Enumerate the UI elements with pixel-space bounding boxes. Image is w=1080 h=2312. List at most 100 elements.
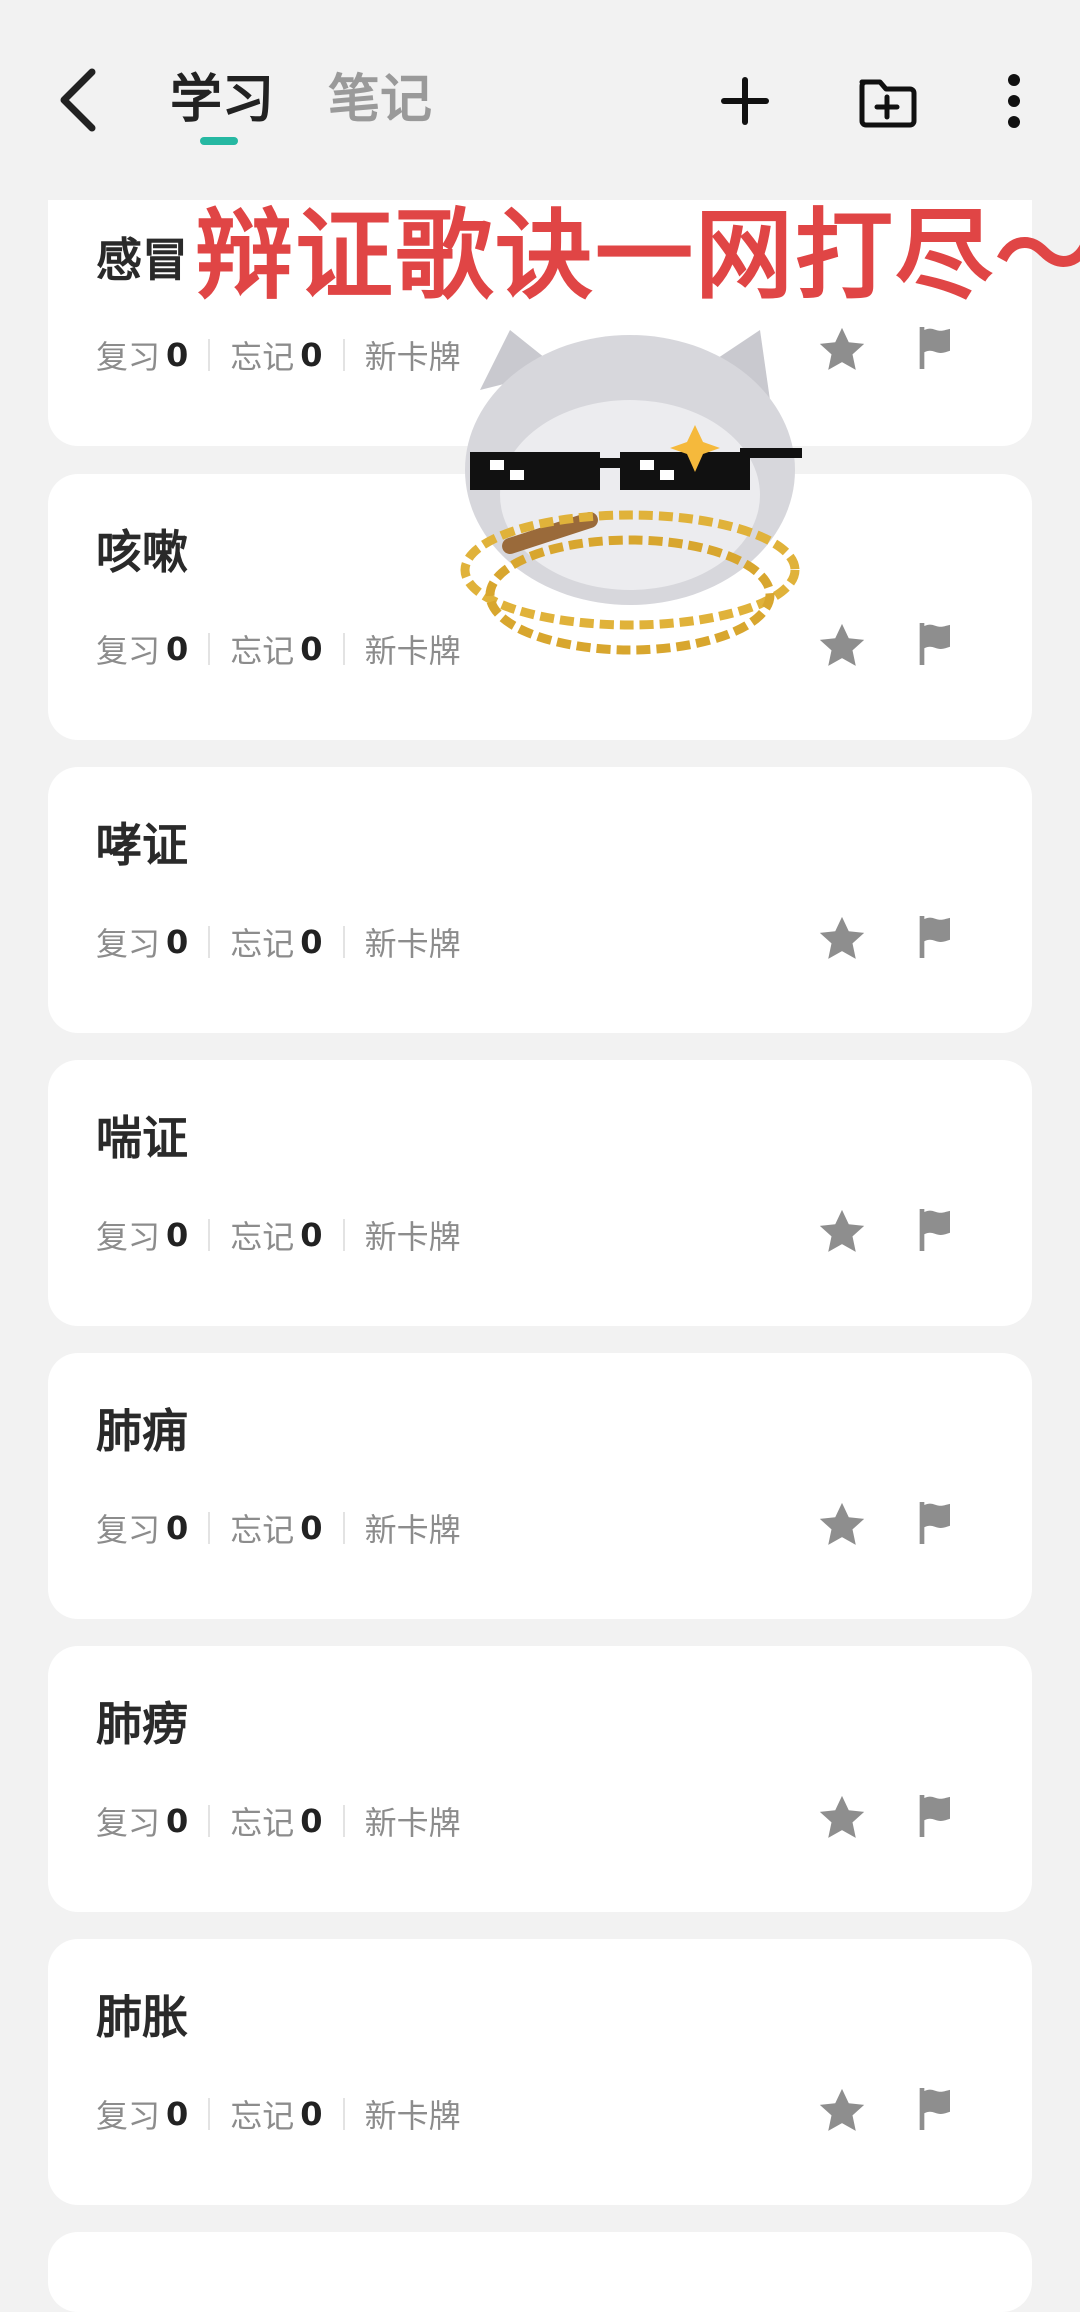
forget-label: 忘记 — [230, 925, 295, 963]
flag-button[interactable] — [908, 320, 964, 376]
card-title: 咳嗽 — [96, 525, 188, 579]
forget-count: 0 — [300, 1216, 323, 1254]
top-bar: 学习 笔记 — [0, 0, 1080, 200]
add-button[interactable] — [710, 66, 780, 136]
card-meta: 复习 0 忘记 0 新卡牌 — [96, 624, 461, 674]
promo-banner-text: 辩证歌诀一网打尽～ — [195, 199, 1080, 313]
star-button[interactable] — [814, 911, 870, 967]
review-count: 0 — [166, 1216, 189, 1254]
divider — [208, 339, 211, 371]
divider — [208, 926, 211, 958]
star-icon — [819, 1209, 865, 1252]
flag-button[interactable] — [908, 616, 964, 672]
folder-add-icon — [859, 79, 917, 128]
flag-icon — [919, 623, 950, 665]
forget-label: 忘记 — [230, 632, 295, 670]
flag-button[interactable] — [908, 1495, 964, 1551]
star-icon — [819, 1795, 865, 1838]
forget-label: 忘记 — [230, 1511, 295, 1549]
card-title: 肺痈 — [96, 1404, 188, 1458]
tab-notes[interactable]: 笔记 — [328, 68, 432, 132]
flag-icon — [919, 1795, 950, 1837]
card-meta: 复习 0 忘记 0 新卡牌 — [96, 1796, 461, 1846]
review-label: 复习 — [96, 632, 161, 670]
card-title: 喘证 — [96, 1111, 188, 1165]
flag-button[interactable] — [908, 909, 964, 965]
star-icon — [819, 916, 865, 959]
flag-button[interactable] — [908, 2081, 964, 2137]
star-button[interactable] — [814, 2083, 870, 2139]
cat-sticker — [440, 330, 820, 670]
forget-label: 忘记 — [230, 338, 295, 376]
star-button[interactable] — [814, 618, 870, 674]
forget-label: 忘记 — [230, 1218, 295, 1256]
star-button[interactable] — [814, 1790, 870, 1846]
card-title: 感冒 — [96, 233, 188, 287]
divider — [342, 2098, 345, 2130]
forget-label: 忘记 — [230, 1804, 295, 1842]
divider — [208, 1219, 211, 1251]
flag-icon — [919, 2088, 950, 2130]
review-count: 0 — [166, 923, 189, 961]
more-button[interactable] — [982, 66, 1052, 136]
review-count: 0 — [166, 1509, 189, 1547]
back-button[interactable] — [52, 64, 112, 136]
review-label: 复习 — [96, 1218, 161, 1256]
forget-count: 0 — [300, 630, 323, 668]
card-meta: 复习 0 忘记 0 新卡牌 — [96, 917, 461, 967]
flag-icon — [919, 327, 950, 369]
add-folder-button[interactable] — [852, 66, 922, 136]
review-label: 复习 — [96, 1804, 161, 1842]
divider — [342, 1512, 345, 1544]
review-count: 0 — [166, 336, 189, 374]
divider — [342, 1805, 345, 1837]
deck-card[interactable]: 肺痨 复习 0 忘记 0 新卡牌 — [48, 1646, 1032, 1912]
review-count: 0 — [166, 2095, 189, 2133]
card-title: 肺胀 — [96, 1990, 188, 2044]
card-status: 新卡牌 — [364, 1218, 461, 1256]
flag-button[interactable] — [908, 1788, 964, 1844]
deck-card[interactable]: 喘证 复习 0 忘记 0 新卡牌 — [48, 1060, 1032, 1326]
deck-card[interactable]: 肺胀 复习 0 忘记 0 新卡牌 — [48, 1939, 1032, 2205]
review-label: 复习 — [96, 2097, 161, 2135]
flag-icon — [919, 1502, 950, 1544]
star-button[interactable] — [814, 1497, 870, 1553]
plus-icon — [721, 77, 769, 125]
divider — [342, 339, 345, 371]
divider — [208, 1805, 211, 1837]
star-icon — [819, 1502, 865, 1545]
divider — [342, 1219, 345, 1251]
card-status: 新卡牌 — [364, 925, 461, 963]
card-meta: 复习 0 忘记 0 新卡牌 — [96, 2089, 461, 2139]
review-label: 复习 — [96, 338, 161, 376]
divider — [208, 2098, 211, 2130]
flag-icon — [919, 916, 950, 958]
star-icon — [819, 623, 865, 666]
review-count: 0 — [166, 1802, 189, 1840]
star-icon — [819, 2088, 865, 2131]
star-button[interactable] — [814, 1204, 870, 1260]
star-button[interactable] — [814, 322, 870, 378]
review-label: 复习 — [96, 1511, 161, 1549]
card-title: 哮证 — [96, 818, 188, 872]
tab-study[interactable]: 学习 — [170, 68, 274, 132]
forget-label: 忘记 — [230, 2097, 295, 2135]
flag-button[interactable] — [908, 1202, 964, 1258]
star-icon — [819, 327, 865, 370]
card-status: 新卡牌 — [364, 1511, 461, 1549]
card-meta: 复习 0 忘记 0 新卡牌 — [96, 1210, 461, 1260]
divider — [208, 633, 211, 665]
more-vertical-icon — [1008, 74, 1020, 128]
deck-card[interactable]: 哮证 复习 0 忘记 0 新卡牌 — [48, 767, 1032, 1033]
deck-card[interactable]: 肺痈 复习 0 忘记 0 新卡牌 — [48, 1353, 1032, 1619]
active-tab-indicator — [200, 137, 238, 145]
divider — [342, 633, 345, 665]
forget-count: 0 — [300, 1509, 323, 1547]
forget-count: 0 — [300, 923, 323, 961]
card-meta: 复习 0 忘记 0 新卡牌 — [96, 1503, 461, 1553]
deck-card[interactable] — [48, 2232, 1032, 2312]
divider — [208, 1512, 211, 1544]
forget-count: 0 — [300, 2095, 323, 2133]
card-title: 肺痨 — [96, 1697, 188, 1751]
forget-count: 0 — [300, 1802, 323, 1840]
